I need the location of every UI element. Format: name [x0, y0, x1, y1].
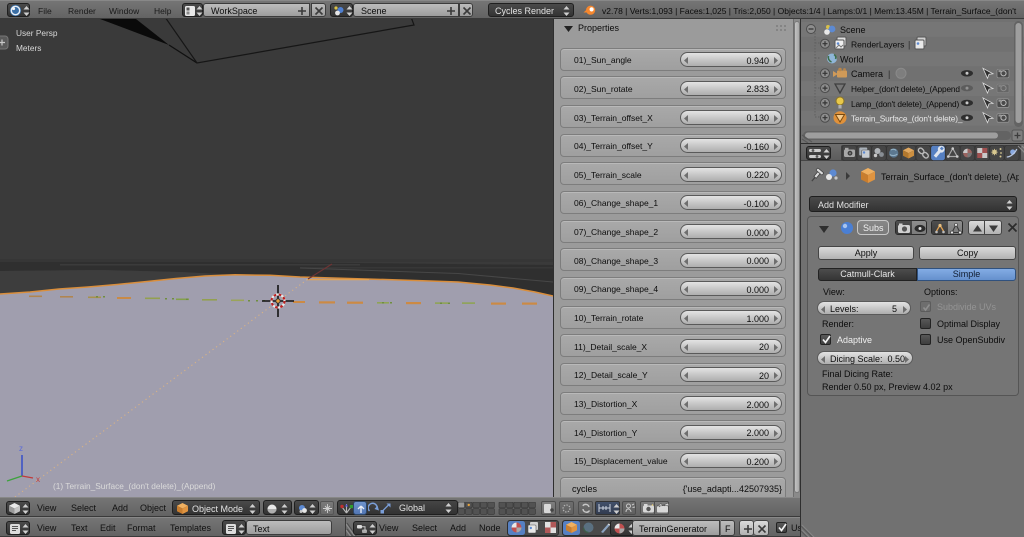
svg-text:Camera: Camera: [851, 69, 883, 79]
svg-text:World: World: [840, 54, 863, 64]
svg-text:x: x: [36, 475, 40, 484]
svg-text:(1) Terrain_Surface_(don't del: (1) Terrain_Surface_(don't delete)_(Appe…: [53, 481, 216, 491]
svg-text:Terrain_Surface_(don't delete): Terrain_Surface_(don't delete)_(App...: [881, 172, 1019, 182]
svg-text:Terrain_Surface_(don't delete): Terrain_Surface_(don't delete)_: [851, 114, 963, 124]
svg-text:z: z: [19, 444, 23, 453]
svg-text:User Persp: User Persp: [16, 28, 58, 38]
svg-text:Scene: Scene: [840, 25, 866, 35]
svg-text:Meters: Meters: [16, 43, 41, 53]
svg-text:RenderLayers: RenderLayers: [851, 40, 904, 50]
svg-text:Helper_(don't delete)_(Append: Helper_(don't delete)_(Append: [851, 84, 960, 94]
svg-text:|: |: [888, 69, 890, 79]
svg-text:Lamp_(don't delete)_(Append): Lamp_(don't delete)_(Append): [851, 99, 959, 109]
svg-text:|: |: [908, 40, 910, 50]
